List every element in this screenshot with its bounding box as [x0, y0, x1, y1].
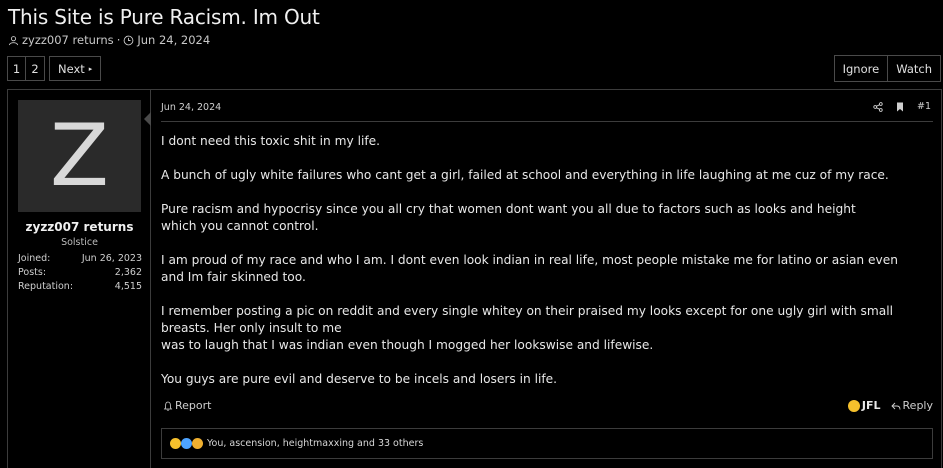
report-label: Report: [175, 399, 212, 412]
bell-icon: [163, 401, 173, 411]
user-stats: Joined: Jun 26, 2023 Posts: 2,362 Reputa…: [18, 252, 142, 294]
thread-meta: zyzz007 returns · Jun 24, 2024: [8, 33, 210, 47]
share-icon[interactable]: [873, 101, 883, 112]
stat-value: 4,515: [114, 281, 142, 292]
footer-actions: JFL Reply: [847, 399, 933, 412]
bookmark-icon[interactable]: [895, 102, 905, 112]
stat-row-joined: Joined: Jun 26, 2023: [18, 252, 142, 266]
post-footer: Report JFL Reply: [161, 399, 933, 415]
thread-author-link[interactable]: zyzz007 returns: [22, 33, 114, 47]
user-title: Solstice: [61, 237, 98, 248]
jfl-label: JFL: [861, 399, 881, 412]
post: Z zyzz007 returns Solstice Joined: Jun 2…: [7, 89, 942, 468]
report-link[interactable]: Report: [163, 399, 211, 412]
post-paragraph: A bunch of ugly white failures who cant …: [161, 168, 889, 182]
watch-button[interactable]: Watch: [888, 55, 941, 82]
pagination: 1 2 Next ▸: [7, 56, 102, 81]
stat-row-reputation: Reputation: 4,515: [18, 280, 142, 294]
stat-label: Posts:: [18, 267, 47, 278]
stat-label: Joined:: [18, 253, 51, 264]
jfl-reaction-button[interactable]: JFL: [847, 399, 881, 412]
sad-emoji-icon: [192, 438, 203, 449]
stat-row-posts: Posts: 2,362: [18, 266, 142, 280]
reactions-bar[interactable]: You, ascension, heightmaxxing and 33 oth…: [161, 428, 933, 459]
user-icon: [8, 35, 19, 46]
post-body: I dont need this toxic shit in my life. …: [161, 133, 921, 405]
blue-emoji-icon: [181, 438, 192, 449]
post-number-link[interactable]: #1: [917, 101, 931, 112]
thread-actions: Ignore Watch: [833, 55, 941, 82]
clock-icon: [123, 35, 134, 46]
post-paragraph: I am proud of my race and who I am. I do…: [161, 253, 898, 284]
stat-value: Jun 26, 2023: [81, 253, 142, 264]
stat-value[interactable]: 2,362: [115, 266, 142, 280]
page-1-button[interactable]: 1: [7, 56, 26, 81]
reply-button[interactable]: Reply: [890, 399, 933, 412]
reactions-summary-link[interactable]: You, ascension, heightmaxxing and 33 oth…: [207, 438, 423, 449]
reply-icon: [890, 401, 901, 411]
laughing-emoji-icon: [847, 399, 860, 412]
meta-separator: ·: [116, 33, 121, 47]
username-link[interactable]: zyzz007 returns: [8, 220, 151, 234]
ignore-button[interactable]: Ignore: [833, 55, 889, 82]
user-cell-arrow: [144, 112, 151, 126]
next-page-button[interactable]: Next ▸: [49, 56, 102, 81]
post-date-link[interactable]: Jun 24, 2024: [161, 102, 221, 113]
page-number-group: 1 2: [7, 56, 45, 81]
next-page-label: Next: [58, 61, 85, 76]
page-2-button[interactable]: 2: [26, 56, 45, 81]
post-main: Jun 24, 2024 #1 I dont need this toxic s…: [161, 90, 941, 468]
post-header: Jun 24, 2024 #1: [161, 101, 933, 122]
laughing-emoji-icon: [170, 438, 181, 449]
thread-date-link[interactable]: Jun 24, 2024: [137, 33, 210, 47]
stat-label: Reputation:: [18, 281, 74, 292]
post-paragraph: Pure racism and hypocrisy since you all …: [161, 202, 856, 233]
post-paragraph: You guys are pure evil and deserve to be…: [161, 372, 558, 386]
reaction-icons: [170, 438, 203, 449]
avatar[interactable]: Z: [18, 100, 141, 212]
post-paragraph: I remember posting a pic on reddit and e…: [161, 304, 893, 352]
reply-label: Reply: [902, 399, 933, 412]
post-paragraph: I dont need this toxic shit in my life.: [161, 134, 381, 148]
post-tools: #1: [873, 101, 931, 112]
thread-title: This Site is Pure Racism. Im Out: [8, 5, 320, 29]
caret-right-icon: ▸: [88, 64, 93, 73]
user-cell: Z zyzz007 returns Solstice Joined: Jun 2…: [8, 90, 151, 468]
